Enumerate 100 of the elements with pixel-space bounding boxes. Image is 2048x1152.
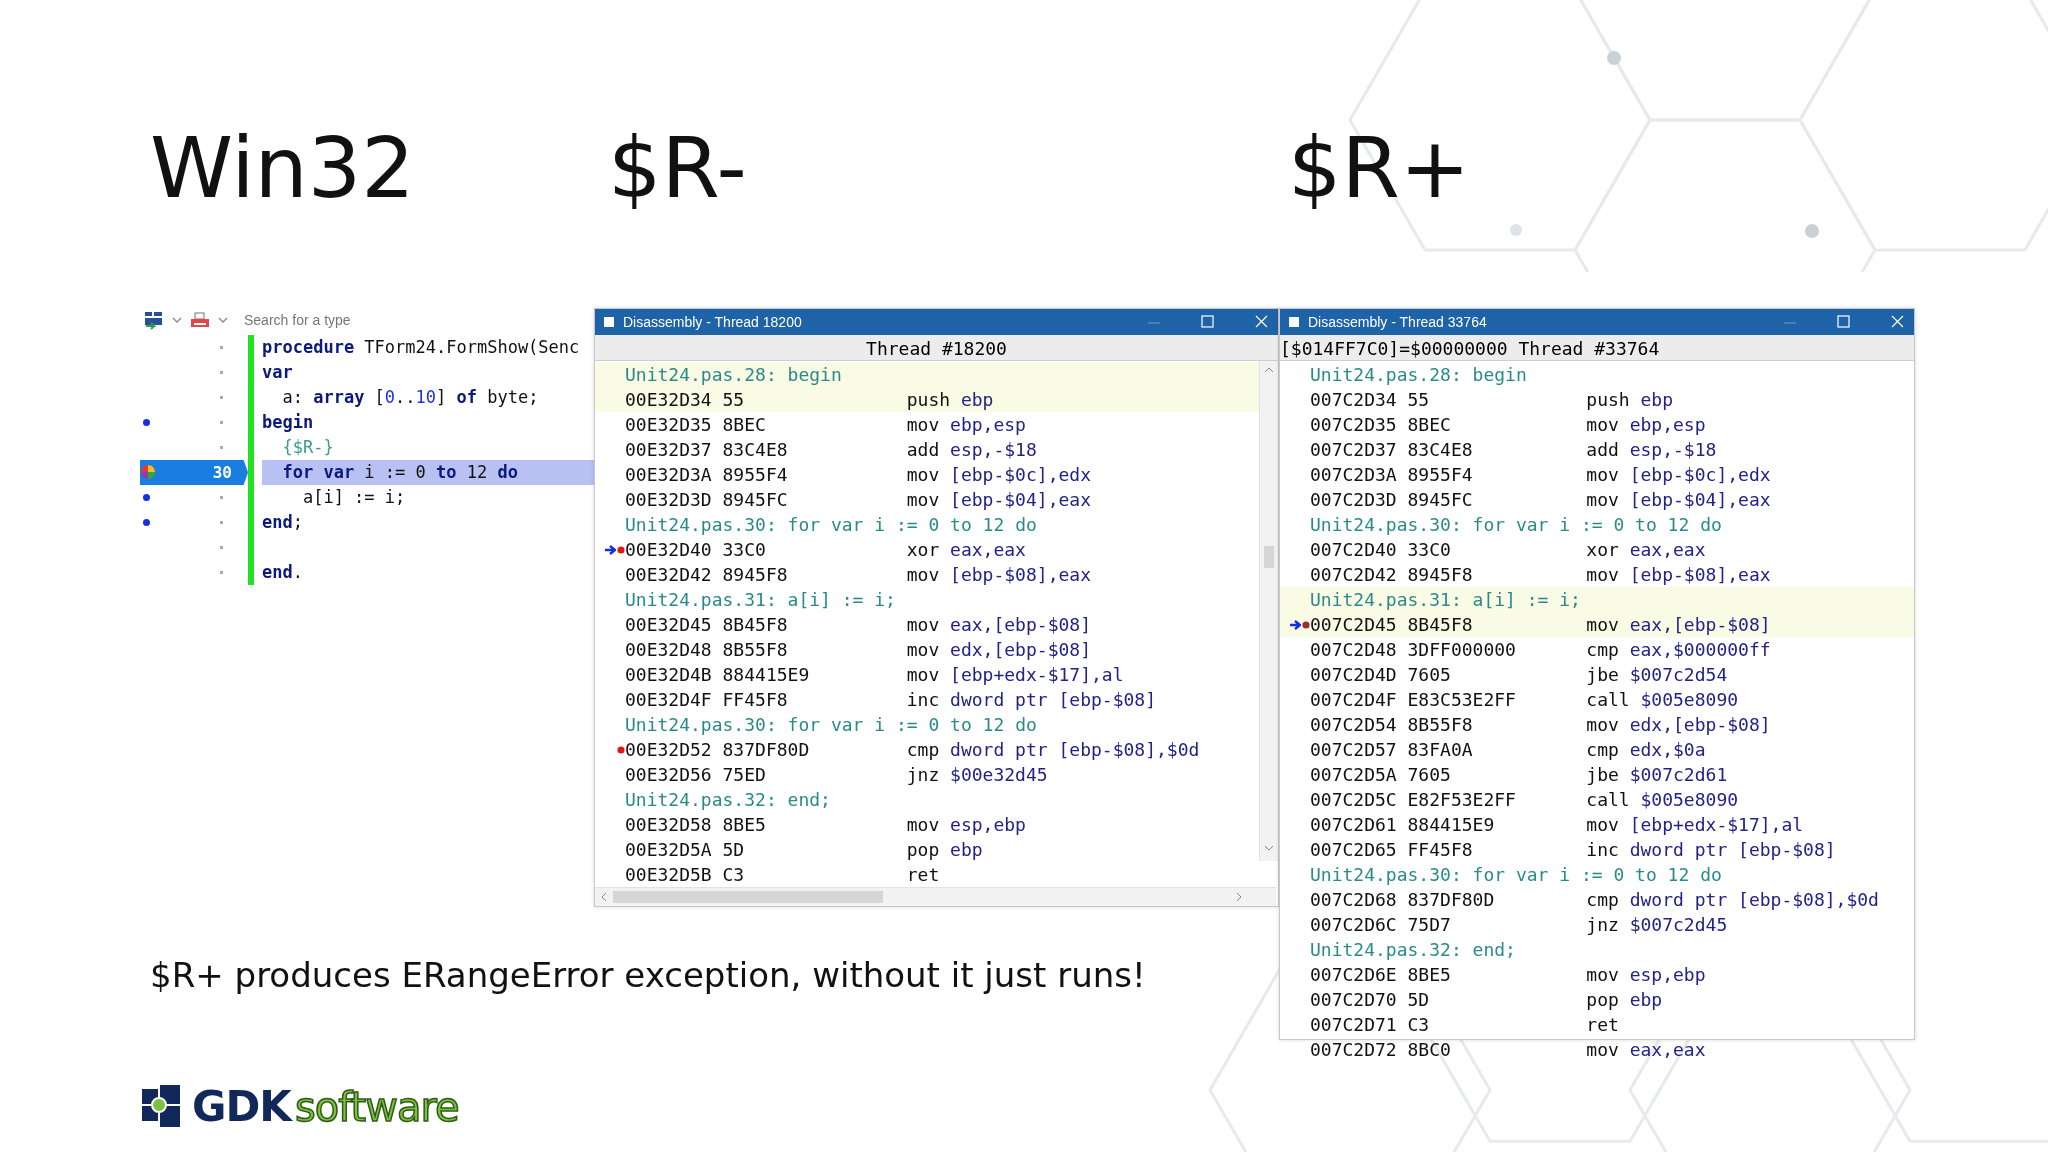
layout-icon[interactable] — [144, 310, 164, 330]
breakpoint-icon[interactable] — [617, 745, 625, 754]
instruction-address: 007C2D71 C3 — [1310, 1014, 1431, 1035]
code-line: end; — [262, 511, 304, 534]
source-line: Unit24.pas.30: for var i := 0 to 12 do — [1310, 864, 1722, 885]
instruction-address: 007C2D3D 8945FC — [1310, 489, 1474, 510]
instruction-address: 00E32D4B 884415E9 — [625, 664, 811, 685]
instruction-address: 007C2D3A 8955F4 — [1310, 464, 1474, 485]
source-line: Unit24.pas.30: for var i := 0 to 12 do — [625, 714, 1037, 735]
instruction-text: call $005e8090 — [1586, 789, 1739, 810]
caret-icon[interactable] — [218, 316, 228, 324]
instruction-address: 00E32D58 8BE5 — [625, 814, 767, 835]
slide-heading: $R- — [608, 118, 748, 219]
instruction-text: cmp eax,$000000ff — [1586, 639, 1771, 660]
instruction-address: 007C2D70 5D — [1310, 989, 1431, 1010]
instruction-address: 00E32D34 55 — [625, 389, 746, 410]
logo-icon — [142, 1084, 182, 1129]
instruction-address: 007C2D37 83C4E8 — [1310, 439, 1474, 460]
maximize-icon[interactable] — [1200, 314, 1216, 330]
window-icon — [603, 316, 615, 328]
instruction-text: mov [ebp+edx-$17],al — [1586, 814, 1804, 835]
instruction-address: 00E32D45 8B45F8 — [625, 614, 789, 635]
instruction-text: mov ebp,esp — [1586, 414, 1706, 435]
source-line: Unit24.pas.32: end; — [1310, 939, 1516, 960]
source-line: Unit24.pas.32: end; — [625, 789, 831, 810]
instruction-address: 007C2D40 33C0 — [1310, 539, 1452, 560]
instruction-text: push ebp — [1586, 389, 1674, 410]
code-line: var — [262, 361, 294, 384]
instruction-text: xor eax,eax — [906, 539, 1026, 560]
instruction-text: mov [ebp-$0c],edx — [1586, 464, 1771, 485]
instruction-text: mov eax,[ebp-$08] — [1586, 614, 1771, 635]
instruction-text: call $005e8090 — [1586, 689, 1739, 710]
source-line: Unit24.pas.31: a[i] := i; — [625, 589, 896, 610]
instruction-address: 007C2D45 8B45F8 — [1310, 614, 1474, 635]
instruction-address: 007C2D34 55 — [1310, 389, 1431, 410]
instruction-text: cmp dword ptr [ebp-$08],$0d — [1586, 889, 1879, 910]
logo-name: GDK — [192, 1082, 291, 1131]
instruction-address: 007C2D65 FF45F8 — [1310, 839, 1474, 860]
code-line: procedure TForm24.FormShow(Senc — [262, 336, 581, 359]
instruction-text: mov eax,[ebp-$08] — [906, 614, 1091, 635]
instruction-address: 007C2D6C 75D7 — [1310, 914, 1452, 935]
instruction-address: 00E32D3A 8955F4 — [625, 464, 789, 485]
source-line: Unit24.pas.28: begin — [625, 364, 842, 385]
code-line: a[i] := i; — [301, 486, 407, 509]
slide-heading: $R+ — [1288, 118, 1471, 219]
close-icon[interactable] — [1254, 314, 1270, 330]
instruction-text: mov esp,ebp — [1586, 964, 1706, 985]
breakpoint-icon[interactable] — [1302, 620, 1310, 629]
instruction-address: 007C2D42 8945F8 — [1310, 564, 1474, 585]
logo-tagline: software — [294, 1083, 459, 1130]
instruction-text: jnz $00e32d45 — [906, 764, 1048, 785]
horizontal-scrollbar[interactable] — [595, 887, 1276, 906]
instruction-address: 00E32D3D 8945FC — [625, 489, 789, 510]
instruction-text: mov ebp,esp — [906, 414, 1026, 435]
instruction-text: mov [ebp-$04],eax — [906, 489, 1091, 510]
instruction-text: jnz $007c2d45 — [1586, 914, 1728, 935]
instruction-text: mov [ebp+edx-$17],al — [906, 664, 1124, 685]
code-line: end. — [262, 561, 304, 584]
instruction-text: mov [ebp-$04],eax — [1586, 489, 1771, 510]
maximize-icon[interactable] — [1836, 314, 1852, 330]
instruction-address: 007C2D68 837DF80D — [1310, 889, 1496, 910]
instruction-text: mov eax,eax — [1586, 1039, 1706, 1060]
code-line: a: array [0..10] of byte; — [281, 386, 540, 409]
instruction-text: cmp dword ptr [ebp-$08],$0d — [906, 739, 1200, 760]
instruction-text: jbe $007c2d54 — [1586, 664, 1728, 685]
instruction-text: ret — [1586, 1014, 1619, 1035]
instruction-text: add esp,-$18 — [1586, 439, 1717, 460]
instruction-address: 00E32D56 75ED — [625, 764, 767, 785]
instruction-address: 00E32D4F FF45F8 — [625, 689, 789, 710]
instruction-address: 007C2D6E 8BE5 — [1310, 964, 1452, 985]
instruction-address: 00E32D37 83C4E8 — [625, 439, 789, 460]
instruction-text: mov [ebp-$08],eax — [906, 564, 1091, 585]
instruction-text: pop ebp — [1586, 989, 1663, 1010]
execution-point-icon — [140, 464, 156, 480]
instruction-address: 007C2D5A 7605 — [1310, 764, 1452, 785]
instruction-text: inc dword ptr [ebp-$08] — [1586, 839, 1836, 860]
code-line: {$R-} — [281, 436, 335, 459]
instruction-text: pop ebp — [906, 839, 983, 860]
instruction-address: 007C2D54 8B55F8 — [1310, 714, 1474, 735]
thread-header: Thread #18200 — [595, 335, 1278, 361]
instruction-text: jbe $007c2d61 — [1586, 764, 1728, 785]
instruction-text: inc dword ptr [ebp-$08] — [906, 689, 1156, 710]
breakpoint-icon[interactable] — [617, 545, 625, 554]
instruction-text: xor eax,eax — [1586, 539, 1706, 560]
close-icon[interactable] — [1890, 314, 1906, 330]
source-line: Unit24.pas.31: a[i] := i; — [1310, 589, 1581, 610]
instruction-address: 007C2D57 83FA0A — [1310, 739, 1474, 760]
window-title: Disassembly - Thread 33764 — [1308, 314, 1488, 330]
source-line: Unit24.pas.28: begin — [1310, 364, 1527, 385]
search-field[interactable]: Search for a type — [242, 311, 406, 329]
caret-icon[interactable] — [172, 316, 182, 324]
slide-caption: $R+ produces ERangeError exception, without it just runs! — [150, 955, 1147, 995]
instruction-text: mov [ebp-$08],eax — [1586, 564, 1771, 585]
slide-heading: Win32 — [150, 118, 416, 219]
instruction-text: cmp edx,$0a — [1586, 739, 1706, 760]
instruction-text: ret — [906, 864, 940, 885]
instruction-address: 00E32D5A 5D — [625, 839, 746, 860]
instruction-address: 00E32D52 837DF80D — [625, 739, 811, 760]
window-title: Disassembly - Thread 18200 — [623, 314, 803, 330]
printer-icon[interactable] — [190, 311, 210, 329]
